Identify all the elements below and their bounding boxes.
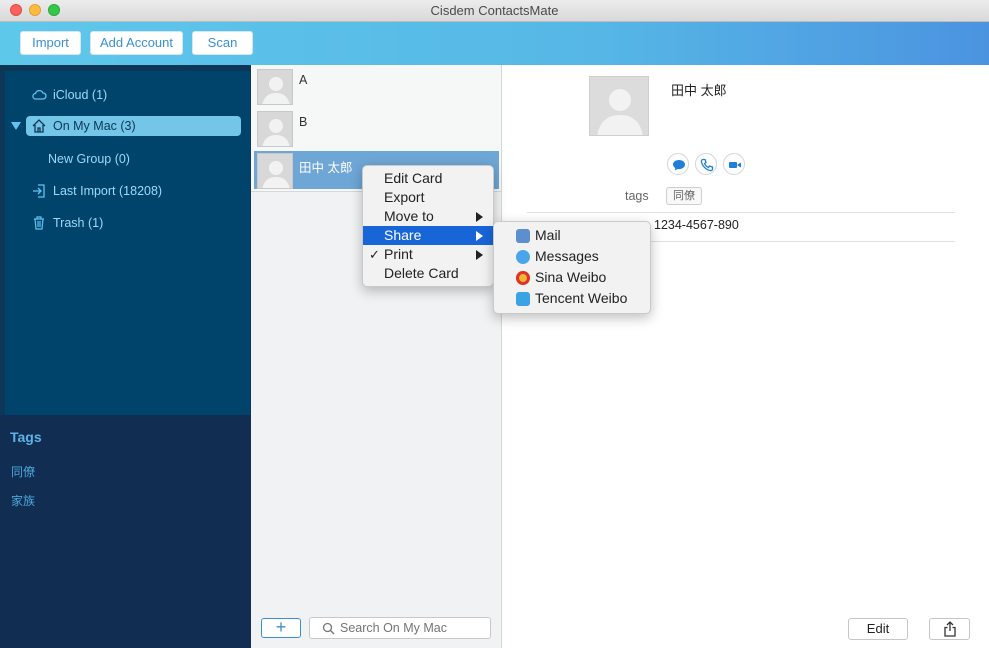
tag-chip[interactable]: 同僚: [666, 187, 702, 205]
divider: [527, 212, 955, 213]
tencent-weibo-icon: [516, 292, 530, 306]
sidebar-item-trash[interactable]: Trash (1): [5, 212, 245, 234]
context-menu: Edit Card Export Move to Share ✓ Print De…: [362, 165, 494, 287]
submenu-arrow-icon: [476, 231, 483, 241]
home-icon: [32, 119, 46, 133]
avatar: [257, 111, 293, 147]
sidebar-item-label: Last Import (18208): [53, 184, 163, 198]
cloud-icon: [32, 89, 47, 100]
scan-button[interactable]: Scan: [192, 31, 253, 55]
checkmark-icon: ✓: [369, 247, 380, 262]
sina-weibo-icon: [516, 271, 530, 285]
add-account-button[interactable]: Add Account: [90, 31, 183, 55]
avatar: [257, 69, 293, 105]
contact-avatar[interactable]: [589, 76, 649, 136]
sidebar-item-label: New Group (0): [48, 152, 130, 166]
sidebar-item-last-import[interactable]: Last Import (18208): [5, 180, 245, 202]
trash-icon: [34, 216, 44, 230]
phone-icon: [700, 158, 714, 172]
group-list: iCloud (1) On My Mac (3) New Group (0) L…: [5, 71, 250, 415]
avatar: [257, 153, 293, 189]
search-input[interactable]: [340, 620, 485, 636]
contact-name: B: [299, 115, 308, 129]
list-item[interactable]: B: [254, 109, 499, 147]
sidebar-item-on-my-mac-row[interactable]: On My Mac (3): [5, 115, 245, 137]
message-button[interactable]: [667, 153, 689, 175]
menu-item-move-to[interactable]: Move to: [363, 207, 493, 226]
title-bar: Cisdem ContactsMate: [0, 0, 989, 22]
sidebar-item-label: Trash (1): [53, 216, 104, 230]
sidebar-item-label: iCloud (1): [53, 88, 108, 102]
tags-title: Tags: [10, 429, 42, 445]
messages-icon: [516, 250, 530, 264]
message-icon: [673, 160, 685, 171]
contact-full-name: 田中 太郎: [671, 83, 727, 98]
import-button[interactable]: Import: [20, 31, 81, 55]
edit-button[interactable]: Edit: [848, 618, 908, 640]
add-contact-button[interactable]: +: [261, 618, 301, 638]
menu-item-messages[interactable]: Messages: [494, 247, 650, 266]
submenu-arrow-icon: [476, 212, 483, 222]
sidebar-item-label: On My Mac (3): [53, 119, 136, 133]
sidebar-item-new-group[interactable]: New Group (0): [5, 148, 245, 170]
sidebar: iCloud (1) On My Mac (3) New Group (0) L…: [0, 65, 251, 648]
import-icon: [33, 184, 45, 198]
tag-item[interactable]: 家族: [11, 492, 35, 509]
submenu-arrow-icon: [476, 250, 483, 260]
menu-item-export[interactable]: Export: [363, 188, 493, 207]
tags-field-label: tags: [625, 189, 649, 203]
contact-list: A B 田中 太郎 +: [251, 65, 502, 648]
search-field[interactable]: [309, 617, 491, 639]
mail-icon: [516, 229, 530, 243]
toolbar: Import Add Account Scan: [0, 22, 989, 65]
tag-item[interactable]: 同僚: [11, 463, 35, 480]
call-button[interactable]: [695, 153, 717, 175]
phone-value[interactable]: 1234-4567-890: [654, 218, 739, 232]
share-icon: [943, 621, 956, 637]
share-submenu: Mail Messages Sina Weibo Tencent Weibo: [493, 221, 651, 314]
person-placeholder-icon: [597, 89, 643, 135]
menu-item-tencent-weibo[interactable]: Tencent Weibo: [494, 289, 650, 308]
menu-item-edit-card[interactable]: Edit Card: [363, 169, 493, 188]
contact-detail: 田中 太郎 tags 同僚 1234-4567-890 Edit: [502, 65, 989, 648]
sidebar-item-icloud[interactable]: iCloud (1): [5, 84, 245, 106]
list-item[interactable]: A: [254, 67, 499, 105]
tags-panel: Tags 同僚 家族: [0, 415, 251, 648]
person-placeholder-icon: [262, 119, 290, 146]
search-icon: [322, 622, 335, 635]
video-call-button[interactable]: [723, 153, 745, 175]
menu-item-mail[interactable]: Mail: [494, 226, 650, 245]
menu-item-print[interactable]: ✓ Print: [363, 245, 493, 264]
menu-item-delete-card[interactable]: Delete Card: [363, 264, 493, 283]
window-title: Cisdem ContactsMate: [430, 3, 559, 18]
video-camera-icon: [729, 162, 741, 168]
contact-name: A: [299, 73, 308, 87]
person-placeholder-icon: [262, 77, 290, 104]
menu-item-sina-weibo[interactable]: Sina Weibo: [494, 268, 650, 287]
contact-name: 田中 太郎: [299, 161, 353, 175]
person-placeholder-icon: [262, 161, 290, 188]
share-button[interactable]: [929, 618, 970, 640]
menu-item-share[interactable]: Share: [363, 226, 493, 245]
